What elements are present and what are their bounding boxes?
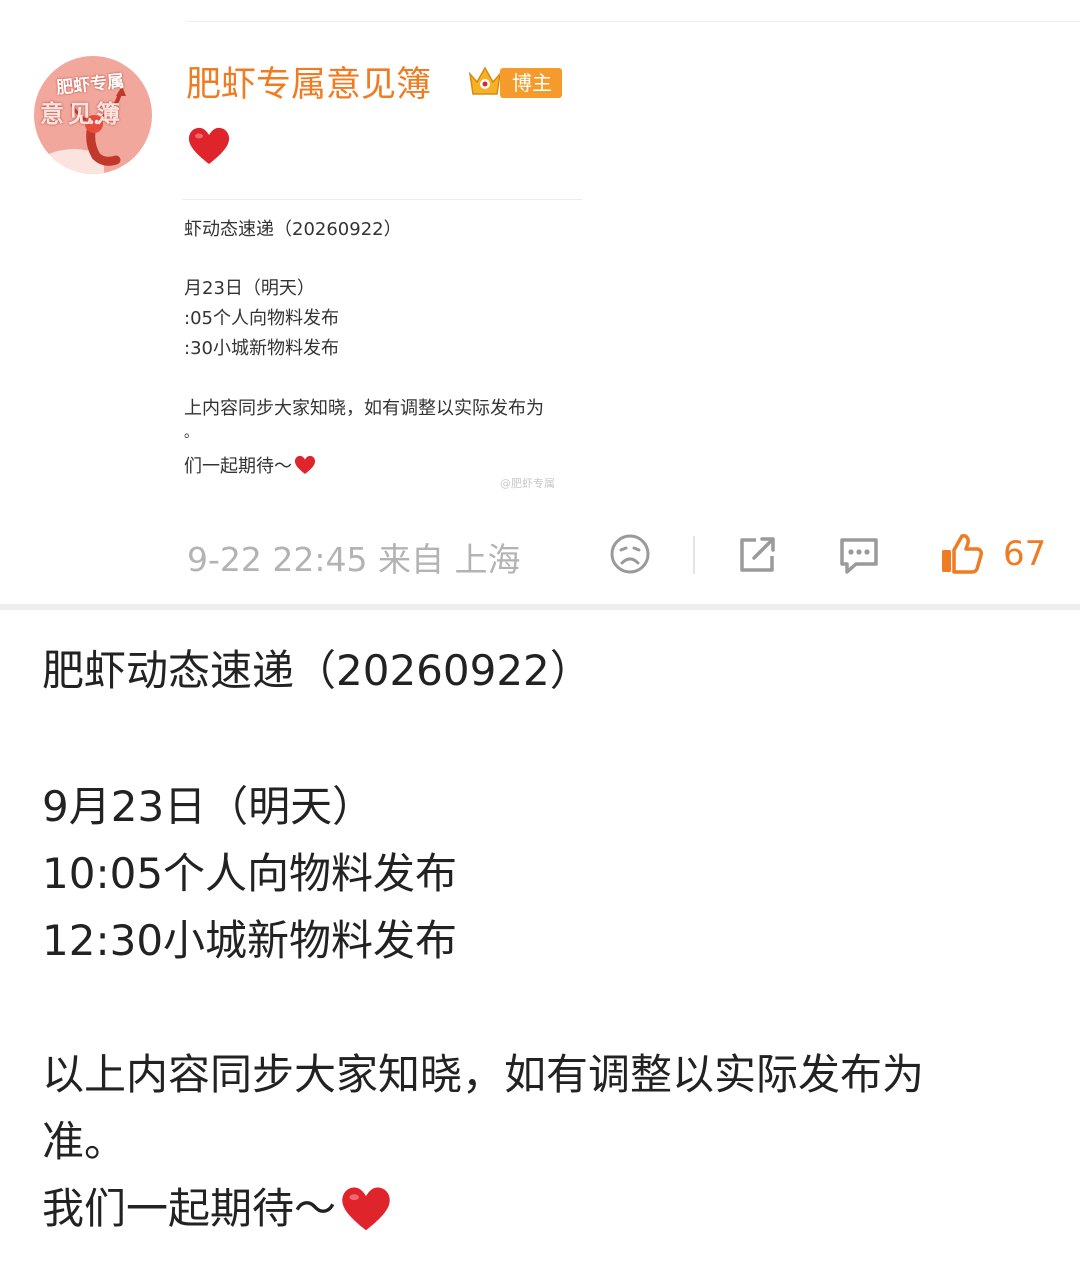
avatar[interactable]: 肥虾专属 意见簿 [34, 56, 152, 174]
content-notice-line1: 以上内容同步大家知晓，如有调整以实际发布为 [42, 1050, 925, 1099]
image-title: 虾动态速递（20260922） [184, 219, 402, 240]
red-heart-emoji [342, 1187, 390, 1231]
content-title: 肥虾动态速递（20260922） [42, 646, 592, 695]
red-heart-emoji [294, 455, 316, 474]
avatar-text-bottom: 意见簿 [40, 99, 124, 128]
post-source: 来自 上海 [378, 540, 521, 579]
image-closing-text: 们一起期待～ [184, 456, 292, 477]
content-notice-line2: 准。 [42, 1117, 127, 1166]
post-meta: 9-22 22:45 来自 上海 [187, 533, 521, 581]
content-closing: 我们一起期待～ [42, 1184, 392, 1234]
image-notice-line1: 上内容同步大家知晓，如有调整以实际发布为 [184, 398, 544, 419]
image-item-2: :30小城新物料发布 [184, 338, 339, 359]
crown-badge-icon [468, 66, 502, 95]
red-heart-emoji [188, 127, 230, 164]
image-divider [182, 199, 582, 200]
content-date-line: 9月23日（明天） [42, 782, 375, 831]
post-timestamp: 9-22 22:45 [187, 540, 368, 579]
top-divider [186, 21, 1080, 22]
action-divider [693, 536, 695, 574]
content-item-1: 10:05个人向物料发布 [42, 849, 458, 898]
image-item-1: :05个人向物料发布 [184, 308, 339, 329]
share-icon[interactable] [736, 532, 778, 576]
content-closing-text: 我们一起期待～ [42, 1184, 337, 1233]
content-item-2: 12:30小城新物料发布 [42, 916, 458, 965]
image-date-line: 月23日（明天） [184, 278, 315, 299]
weibo-post-card: 肥虾专属 意见簿 肥虾专属意见簿 博主 虾动态速递（20260922） 月23日… [0, 0, 1080, 604]
username[interactable]: 肥虾专属意见簿 [186, 56, 431, 107]
like-count: 67 [1003, 534, 1047, 574]
sad-face-icon[interactable] [609, 532, 651, 576]
comment-icon[interactable] [836, 532, 882, 576]
image-watermark: @肥虾专属 [500, 477, 555, 490]
image-closing: 们一起期待～ [184, 452, 316, 478]
image-notice-line2: 。 [184, 425, 198, 441]
attached-image[interactable]: 虾动态速递（20260922） 月23日（明天） :05个人向物料发布 :30小… [182, 198, 582, 498]
blogger-badge: 博主 [500, 68, 562, 98]
thumbs-up-icon[interactable] [938, 532, 984, 576]
section-divider [0, 604, 1080, 610]
